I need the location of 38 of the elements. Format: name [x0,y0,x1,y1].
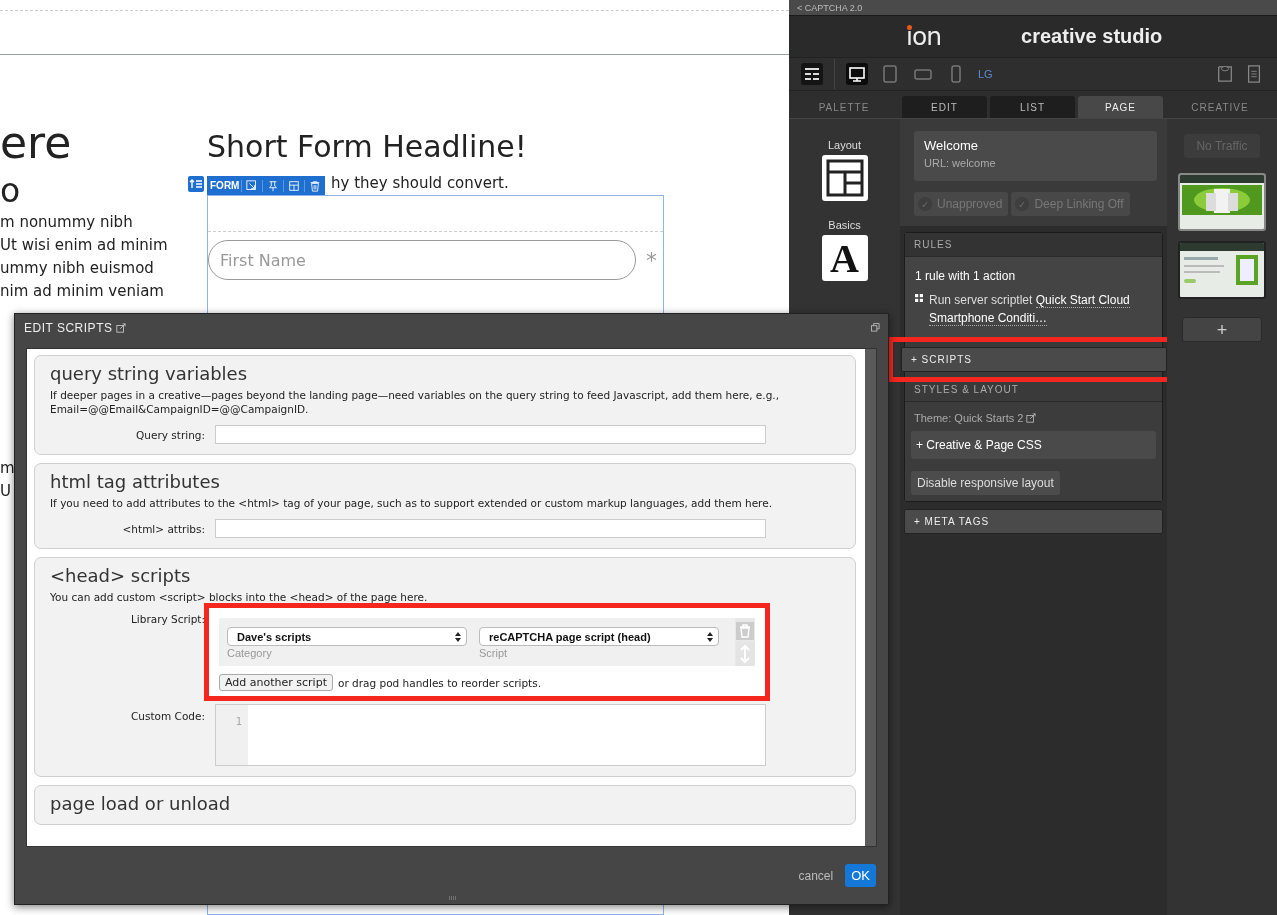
palette-label: Basics [828,219,861,231]
section-description: If you need to add attributes to the <html> tag of your page, such as to support extended or custom markup languages, add them here. [50,496,773,510]
select-caption: Script [479,647,509,659]
select-caption: Category [227,647,273,659]
field-label: Query string: [135,428,206,441]
page-name: Welcome [924,138,979,153]
palette-label: Layout [828,139,861,151]
rule-summary: 1 rule with 1 action [915,269,1017,283]
required-mark: * [646,247,657,273]
section-title: query string variables [50,363,249,384]
section-title: <head> scripts [50,565,192,586]
logo: ion [906,22,942,51]
headline: Short Form Headline! [207,129,528,165]
rule-action: Run server scriptlet Quick Start Cloud Smartphone Conditi… [929,292,1131,327]
body-text: U [0,481,11,502]
body-text: nim ad minim veniam [0,281,164,302]
body-text: Ut wisi enim ad minim [0,235,168,256]
line-number: 1 [235,715,242,728]
page-url: URL: welcome [924,157,997,169]
field-label: Custom Code: [130,710,206,722]
app-title: creative studio [1021,25,1163,48]
subtitle: hy they should convert. [331,174,509,194]
dialog-title: EDIT SCRIPTS [24,320,113,335]
form-label: FORM [210,180,241,191]
field-label: <html> attribs: [121,522,206,535]
heading: ere [0,117,73,169]
body-text: m nonummy nibh [0,212,133,233]
body-text: m [0,458,15,479]
hint-text: or drag pod handles to reorder scripts. [337,676,541,689]
section-title: page load or unload [50,793,232,814]
theme-label: Theme: Quick Starts 2 [914,412,1024,424]
field-label: Library Script: [129,613,206,625]
section-description: If deeper pages in a creative—pages beyond the landing page—need variables on the query string to feed Javascript, add them here, e.g., Email=@@Email&CampaignID=@@CampaignID. [50,388,780,416]
section-description: You can add custom <script> blocks into the <head> of the page here. [50,590,429,604]
section-title: html tag attributes [50,471,221,492]
section-heading: RULES [905,233,1162,257]
subheading: o [0,171,22,211]
body-text: ummy nibh euismod [0,258,154,279]
